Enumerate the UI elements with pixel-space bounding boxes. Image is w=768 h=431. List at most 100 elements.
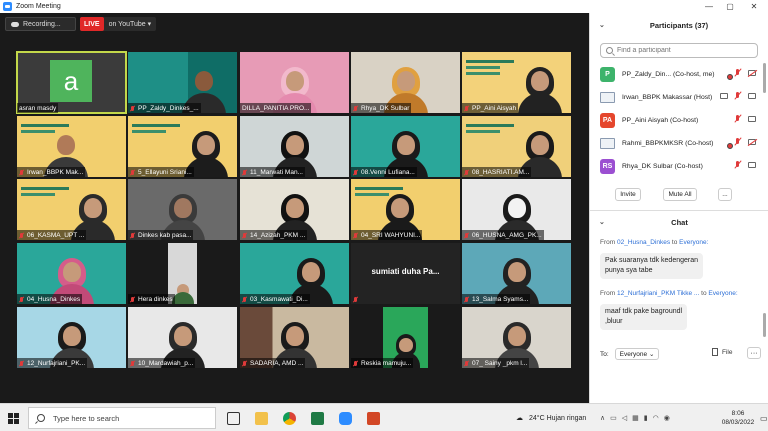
- muted-mic-icon[interactable]: [734, 115, 742, 123]
- video-tile[interactable]: 11_Marwati Man...: [240, 116, 349, 177]
- volume-icon[interactable]: ◁: [622, 414, 627, 422]
- video-icon[interactable]: [748, 162, 756, 168]
- battery-icon[interactable]: ▮: [644, 414, 648, 422]
- video-tile[interactable]: Reskia mamuju...: [351, 307, 460, 368]
- chat-header: ⌄ Chat: [590, 213, 768, 231]
- video-tile[interactable]: DILLA_PANITIA PRO...: [240, 52, 349, 113]
- video-tile[interactable]: 04_SRI WAHYUNI...: [351, 179, 460, 240]
- speaker-icon[interactable]: ◉: [664, 414, 670, 422]
- participant-avatar: P: [600, 67, 615, 82]
- close-button[interactable]: ✕: [742, 0, 766, 13]
- chat-scrollbar[interactable]: [763, 313, 766, 337]
- participant-row[interactable]: Rahmi_BBPKMKSR (Co-host): [590, 132, 762, 155]
- excel-icon[interactable]: [311, 412, 324, 425]
- powerpoint-icon[interactable]: [367, 412, 380, 425]
- collapse-chevron-icon[interactable]: ⌄: [599, 218, 605, 226]
- participant-search-input[interactable]: [617, 47, 747, 54]
- video-tile[interactable]: sumiati duha Pa...: [351, 243, 460, 304]
- cloud-icon: [11, 21, 19, 27]
- zoom-taskbar-icon[interactable]: [339, 412, 352, 425]
- tile-name: DILLA_PANITIA PRO...: [240, 103, 312, 113]
- recording-indicator[interactable]: Recording...: [5, 17, 76, 31]
- windows-start-icon[interactable]: [8, 413, 19, 424]
- tile-name: Hera dinkes: [128, 294, 175, 304]
- video-tile[interactable]: PP_Aini Aisyah: [462, 52, 571, 113]
- tray-chevron-icon[interactable]: ∧: [600, 414, 605, 422]
- participants-title: Participants (37): [649, 20, 709, 30]
- tile-name: 06_KASMA_UPT ...: [17, 230, 87, 240]
- tile-name: 04_Husna_Dinkes: [17, 294, 83, 304]
- taskbar-clock[interactable]: 8:06 08/03/2022: [718, 409, 758, 427]
- muted-mic-icon[interactable]: [734, 138, 742, 146]
- muted-mic-icon[interactable]: [734, 69, 742, 77]
- zoom-app-icon: [3, 2, 12, 11]
- recipient-select[interactable]: Everyone ⌄: [614, 348, 660, 360]
- taskbar-search-box[interactable]: Type here to search: [28, 407, 216, 429]
- tile-name: 13_Salma Syams...: [462, 294, 531, 304]
- background-slide: [466, 58, 522, 94]
- file-button[interactable]: File: [712, 348, 732, 356]
- screen-share-icon: [720, 93, 728, 99]
- video-tile[interactable]: 13_Salma Syams...: [462, 243, 571, 304]
- video-tile[interactable]: 12_Nurfajriani_PK...: [17, 307, 126, 368]
- muted-mic-icon: [130, 232, 135, 239]
- participant-row[interactable]: P PP_Zaldy_Din... (Co-host, me): [590, 63, 762, 86]
- system-tray-icons[interactable]: ∧ ▭ ◁ ▦ ▮ ◠ ◉: [600, 404, 670, 431]
- video-tile[interactable]: 10_Mardawiah_p...: [128, 307, 237, 368]
- taskbar-search-placeholder: Type here to search: [53, 413, 120, 423]
- video-tile[interactable]: Hera dinkes: [128, 243, 237, 304]
- participant-search-box[interactable]: [600, 43, 758, 58]
- video-tile[interactable]: PP_Zaldy_Dinkes_...: [128, 52, 237, 113]
- more-options-button[interactable]: ...: [718, 188, 732, 201]
- video-off-icon[interactable]: [748, 139, 756, 145]
- notification-icon[interactable]: ▭: [760, 404, 768, 431]
- title-bar: Zoom Meeting — ▢ ✕: [0, 0, 768, 13]
- chrome-icon[interactable]: [283, 412, 296, 425]
- video-tile[interactable]: Dinkes kab pasa...: [128, 179, 237, 240]
- video-tile[interactable]: 03_Kasmawati_Di...: [240, 243, 349, 304]
- weather-icon: ☁: [516, 415, 523, 422]
- video-tile[interactable]: SADARIA, AMD ...: [240, 307, 349, 368]
- muted-mic-icon: [130, 105, 135, 112]
- task-view-icon[interactable]: [227, 412, 240, 425]
- mute-all-button[interactable]: Mute All: [663, 188, 697, 201]
- invite-button[interactable]: Invite: [615, 188, 641, 201]
- language-icon[interactable]: ▦: [632, 414, 639, 422]
- video-tile[interactable]: a asran masdy: [16, 51, 127, 114]
- video-off-icon[interactable]: [748, 70, 756, 76]
- video-tile[interactable]: 08.Venni Lufiana...: [351, 116, 460, 177]
- collapse-chevron-icon[interactable]: ⌄: [599, 21, 605, 29]
- video-tile[interactable]: 06_HUSNA_AMG_PK...: [462, 179, 571, 240]
- wifi-icon[interactable]: ◠: [653, 414, 659, 422]
- file-icon: [712, 348, 718, 356]
- video-tile[interactable]: Irwan_BBPK Mak...: [17, 116, 126, 177]
- video-icon[interactable]: [748, 116, 756, 122]
- participants-scrollbar[interactable]: [763, 63, 766, 93]
- muted-mic-icon: [242, 360, 247, 367]
- chat-recipient-row: To: Everyone ⌄: [600, 347, 760, 361]
- tile-name: PP_Aini Aisyah: [462, 103, 519, 113]
- video-tile[interactable]: Rhya_DK Sulbar: [351, 52, 460, 113]
- participant-row[interactable]: PA PP_Aini Aisyah (Co-host): [590, 109, 762, 132]
- muted-mic-icon: [130, 169, 135, 176]
- video-tile[interactable]: 07_ Sainy _pkm l...: [462, 307, 571, 368]
- video-icon[interactable]: [748, 93, 756, 99]
- muted-mic-icon: [353, 169, 358, 176]
- video-tile[interactable]: 14_Azizah_PKM ...: [240, 179, 349, 240]
- chat-more-button[interactable]: ···: [747, 347, 761, 359]
- weather-widget[interactable]: ☁ 24°C Hujan ringan: [516, 404, 586, 431]
- file-explorer-icon[interactable]: [255, 412, 268, 425]
- chat-message-bubble: Pak suaranya tdk kedengeran punya sya ta…: [600, 253, 704, 279]
- video-tile[interactable]: 5_Ellayuni Sriani...: [128, 116, 237, 177]
- video-tile[interactable]: 06_KASMA_UPT ...: [17, 179, 126, 240]
- participant-row[interactable]: RS Rhya_DK Sulbar (Co-host): [590, 155, 762, 178]
- participant-display-name: sumiati duha Pa...: [371, 267, 440, 276]
- muted-mic-icon[interactable]: [734, 92, 742, 100]
- video-tile[interactable]: 08_HASRIATI.AM...: [462, 116, 571, 177]
- muted-mic-icon[interactable]: [734, 161, 742, 169]
- maximize-button[interactable]: ▢: [718, 0, 742, 13]
- participant-row[interactable]: Irwan_BBPK Makassar (Host): [590, 86, 762, 109]
- network-icon[interactable]: ▭: [610, 414, 617, 422]
- live-stream-indicator[interactable]: LIVE on YouTube ▾: [80, 17, 157, 31]
- video-tile[interactable]: 04_Husna_Dinkes: [17, 243, 126, 304]
